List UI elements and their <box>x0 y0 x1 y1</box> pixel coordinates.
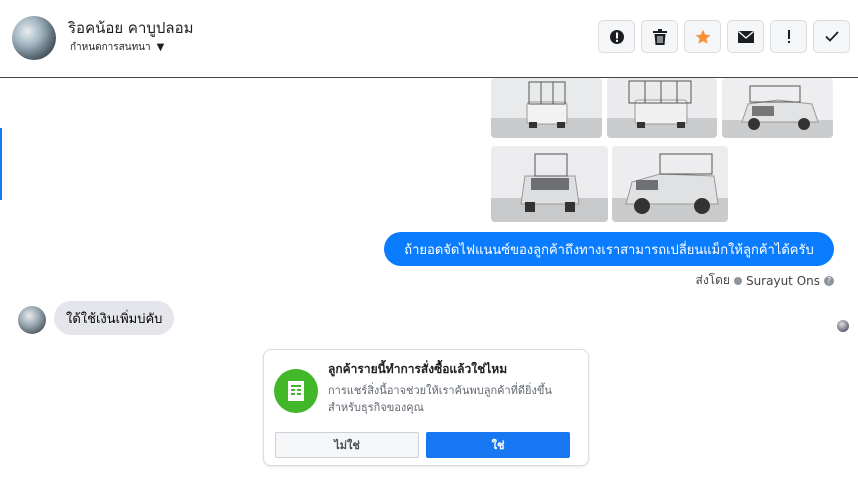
prompt-body: การแชร์สิ่งนี้อาจช่วยให้เราค้นพบลูกค้าที… <box>328 384 552 414</box>
alert-circle-icon <box>609 29 624 44</box>
receipt-icon <box>274 369 318 413</box>
photo-attachment[interactable] <box>722 78 833 138</box>
prompt-title: ลูกค้ารายนี้ทำการสั่งซื้อแล้วใช่ไหม <box>328 362 508 376</box>
spam-button[interactable] <box>770 20 807 53</box>
checkmark-icon <box>824 31 839 42</box>
delete-button[interactable] <box>641 20 678 53</box>
contact-avatar-small <box>18 306 46 334</box>
truck-photo <box>491 78 602 138</box>
alert-button[interactable] <box>598 20 635 53</box>
yes-button[interactable]: ใช่ <box>426 432 570 458</box>
caret-down-icon: ▼ <box>156 42 165 53</box>
sender-name: Surayut Ons <box>745 273 820 288</box>
outgoing-message[interactable]: ถ้ายอดจัดไฟแนนซ์ของลูกค้าถึงทางเราสามารถ… <box>384 232 834 266</box>
contact-avatar[interactable] <box>12 16 56 60</box>
conversation-header: ริอคน้อย คาบูปลอม กำหนดการสนทนา ▼ <box>0 0 858 78</box>
header-actions <box>598 20 850 53</box>
star-button[interactable] <box>684 20 721 53</box>
envelope-icon <box>737 30 754 43</box>
truck-photo <box>491 146 608 222</box>
seen-indicator-avatar <box>837 320 849 332</box>
truck-photo <box>612 146 728 222</box>
conversation-label-dropdown[interactable]: กำหนดการสนทนา ▼ <box>70 40 164 55</box>
purchase-prompt-card: ลูกค้ารายนี้ทำการสั่งซื้อแล้วใช่ไหม การแ… <box>263 349 589 466</box>
help-icon[interactable]: ? <box>824 275 834 286</box>
truck-photo <box>722 78 833 138</box>
conversation-label: กำหนดการสนทนา <box>70 42 151 53</box>
incoming-message[interactable]: ใด้ใช้เงินเพิ่มบ่คับ <box>54 301 175 335</box>
page-badge-icon <box>733 276 742 285</box>
exclamation-icon <box>787 29 790 43</box>
trash-icon <box>652 28 667 45</box>
truck-photo <box>607 78 717 138</box>
photo-attachment[interactable] <box>612 146 728 222</box>
no-button[interactable]: ไม่ใช่ <box>275 432 419 458</box>
sent-by-label: ส่งโดย <box>695 273 730 287</box>
mark-done-button[interactable] <box>813 20 850 53</box>
sent-by-info: ส่งโดย Surayut Ons ? <box>695 271 834 290</box>
photo-attachment[interactable] <box>491 78 602 138</box>
mark-unread-button[interactable] <box>727 20 764 53</box>
photo-attachment[interactable] <box>607 78 717 138</box>
active-indicator <box>0 128 2 200</box>
star-icon <box>695 29 710 44</box>
photo-attachment[interactable] <box>491 146 608 222</box>
contact-name[interactable]: ริอคน้อย คาบูปลอม <box>68 16 194 40</box>
